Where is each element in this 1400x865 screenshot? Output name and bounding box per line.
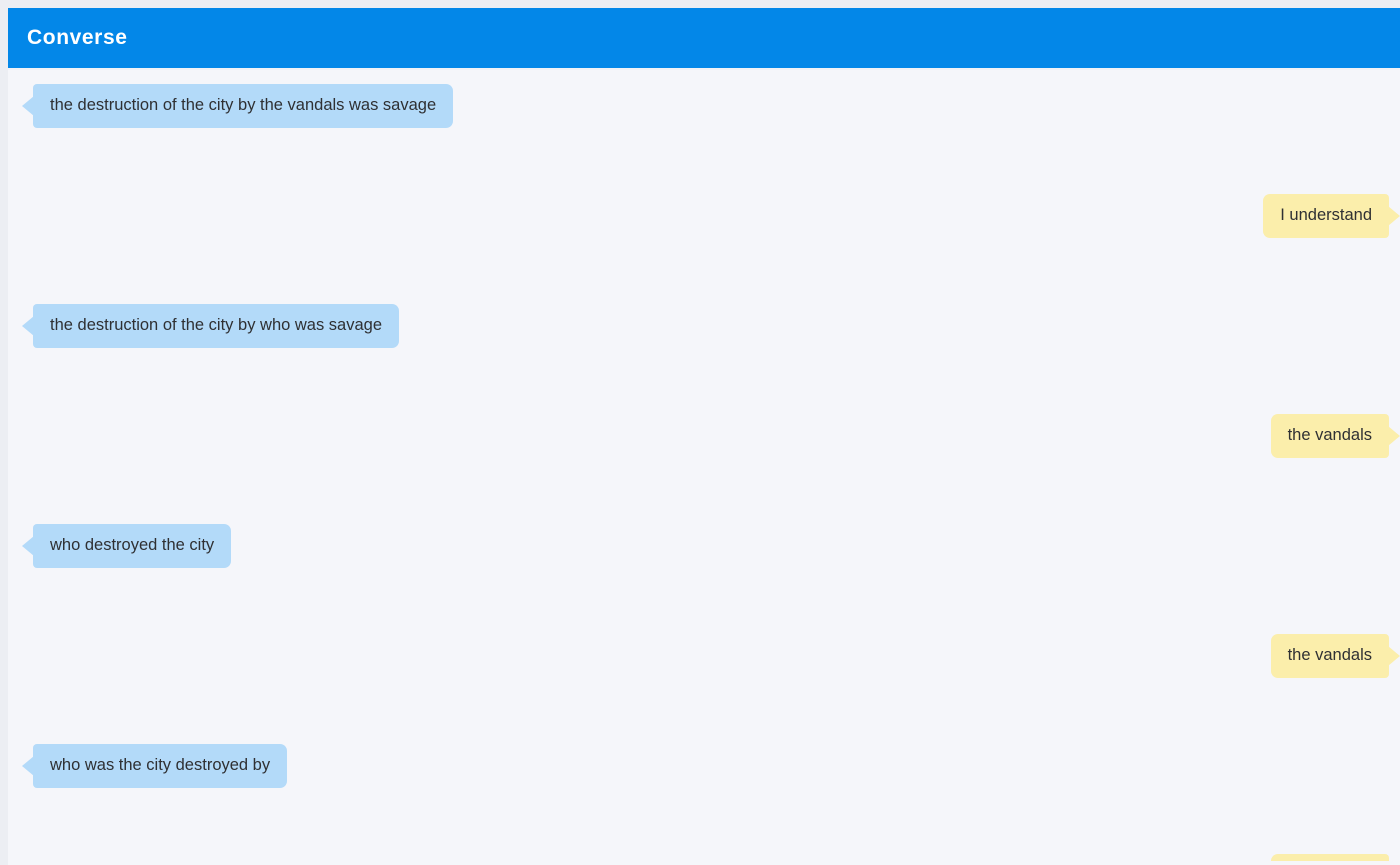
incoming-message-bubble[interactable]: the destruction of the city by who was s… <box>33 304 400 348</box>
outgoing-message-bubble[interactable]: the vandals <box>1270 854 1389 861</box>
message-row: who was the city destroyed by <box>8 744 1400 854</box>
page-title: Converse <box>27 26 128 49</box>
message-row: who destroyed the city <box>8 524 1400 634</box>
incoming-message-bubble[interactable]: who was the city destroyed by <box>33 744 288 788</box>
message-row: I understand <box>8 194 1400 304</box>
incoming-message-bubble[interactable]: who destroyed the city <box>33 524 232 568</box>
message-row: the vandals <box>8 854 1400 861</box>
incoming-message-bubble[interactable]: the destruction of the city by the vanda… <box>33 84 454 128</box>
message-thread[interactable]: the destruction of the city by the vanda… <box>8 70 1400 861</box>
outgoing-message-bubble[interactable]: the vandals <box>1270 634 1389 678</box>
chat-application: Converse the destruction of the city by … <box>0 0 1400 865</box>
message-row: the vandals <box>8 634 1400 744</box>
message-row: the vandals <box>8 414 1400 524</box>
app-header: Converse <box>8 8 1400 70</box>
outgoing-message-bubble[interactable]: the vandals <box>1270 414 1389 458</box>
message-row: the destruction of the city by the vanda… <box>8 84 1400 194</box>
message-row: the destruction of the city by who was s… <box>8 304 1400 414</box>
outgoing-message-bubble[interactable]: I understand <box>1263 194 1389 238</box>
